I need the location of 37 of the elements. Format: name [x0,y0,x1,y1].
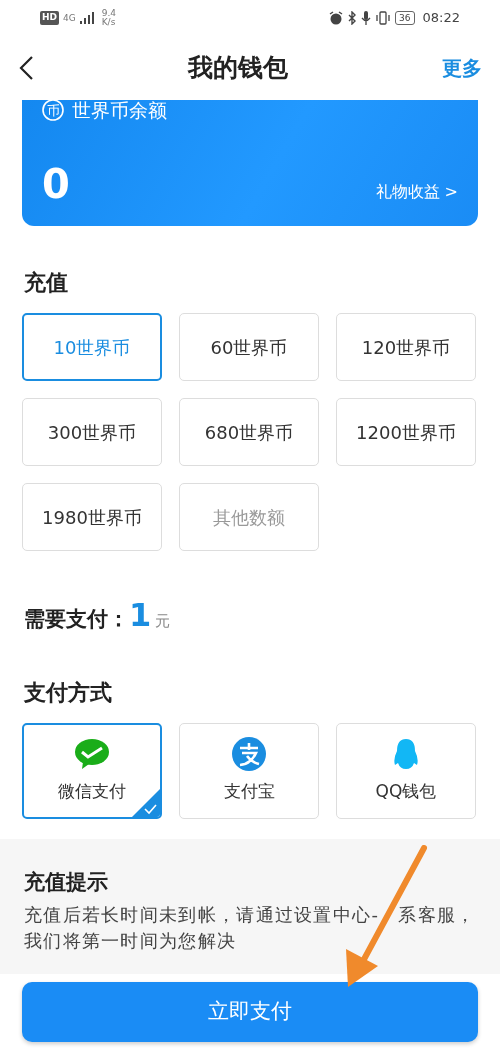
amount-option[interactable]: 1200世界币 [336,398,476,466]
payment-option[interactable]: 支付宝 [179,722,319,819]
balance-label: 世界币余额 [72,98,167,123]
notice-text: 充值后若长时间未到帐，请通过设置中心- 系客服，我们将第一时间为您解决 [24,903,477,954]
microphone-icon [361,11,372,25]
alipay-icon [231,736,267,771]
payment-due-label: 需要支付： [24,606,129,633]
network-label: 4G [63,13,76,23]
selected-check-icon [132,788,160,817]
alarm-icon [329,11,344,25]
amount-option[interactable]: 10世界币 [22,313,162,381]
section-title: 支付方式 [23,678,113,707]
amount-option[interactable]: 680世界币 [179,398,319,466]
vibrate-icon [375,11,392,25]
coin-icon: 币 [42,99,64,122]
section-title: 充值 [23,269,69,297]
hd-badge: HD [40,11,59,25]
amount-option[interactable]: 1980世界币 [22,483,162,551]
amount-option[interactable]: 60世界币 [179,313,319,381]
payment-due-amount: 1 [129,599,152,631]
back-icon[interactable] [18,55,34,81]
notice-title: 充值提示 [24,868,109,896]
currency-unit: 元 [155,611,171,632]
page-title: 我的钱包 [188,52,288,85]
battery-indicator: 36 [395,11,415,25]
clock: 08:22 [422,9,460,28]
amount-option[interactable]: 300世界币 [22,398,162,466]
more-link[interactable]: 更多 [442,53,482,83]
speed-value: 9.4 [101,9,117,18]
amount-option[interactable]: 120世界币 [336,313,476,381]
speed-unit: K/s [101,18,117,27]
balance-amount: 0 [42,164,70,204]
wechat-icon [74,736,110,771]
bluetooth-icon [347,11,358,25]
payment-option[interactable]: QQ钱包 [336,722,476,819]
signal-icon [79,12,94,24]
payment-option[interactable]: 微信支付 [22,722,162,819]
